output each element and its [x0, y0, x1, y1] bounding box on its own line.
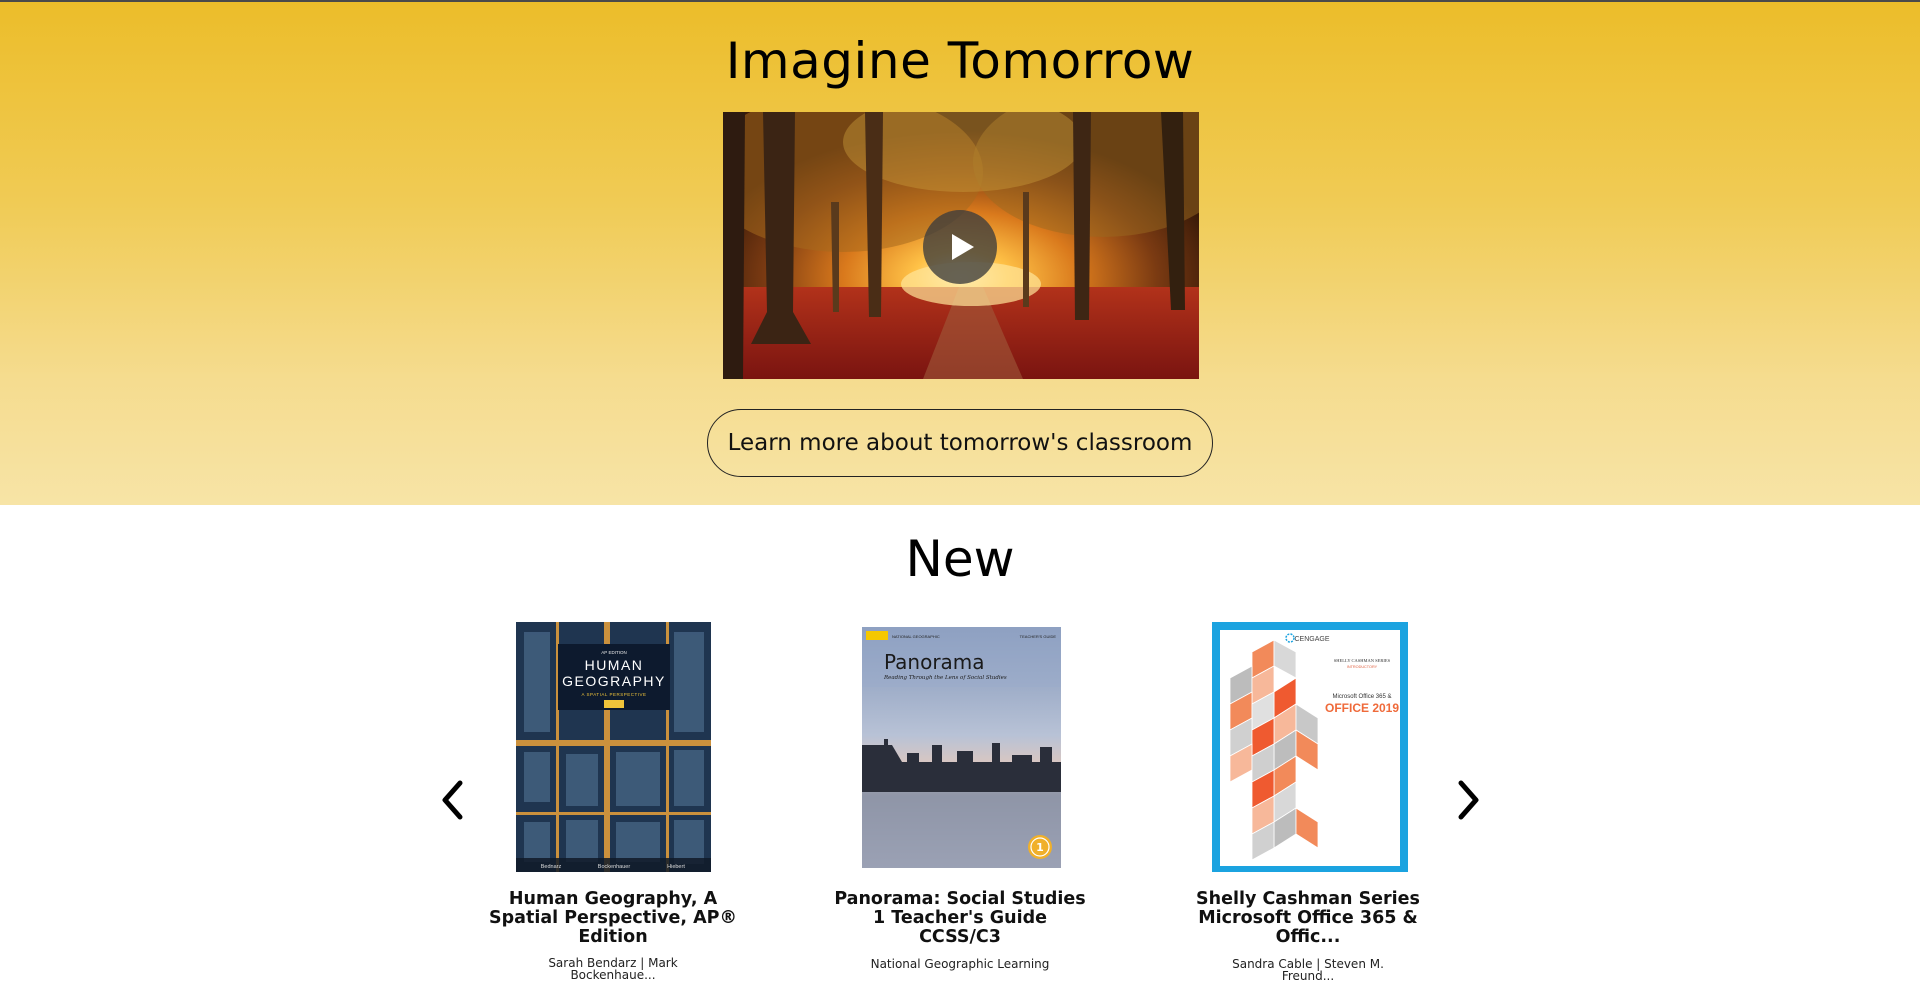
book-title[interactable]: Shelly Cashman Series Microsoft Office 3…: [1178, 890, 1438, 947]
hero-banner: Imagine Tomorrow Learn more about tomorr…: [0, 2, 1920, 505]
book-title[interactable]: Human Geography, A Spatial Perspective, …: [483, 890, 743, 947]
book-title[interactable]: Panorama: Social Studies 1 Teacher's Gui…: [830, 890, 1090, 947]
book-authors: Sarah Bendarz | Mark Bockenhaue...: [548, 956, 678, 982]
carousel-prev-button[interactable]: [434, 775, 474, 825]
chevron-left-icon: [442, 780, 463, 820]
book-cover[interactable]: CENGAGE SHELLY CASHMAN SERIES INTRODUCTO…: [1212, 622, 1408, 872]
cover-text: 1: [1036, 841, 1044, 854]
cover-text: AP EDITION: [601, 650, 626, 655]
cover-text: CENGAGE: [1294, 636, 1329, 643]
play-button[interactable]: [923, 210, 997, 284]
new-section-title: New: [905, 530, 1015, 588]
cover-text: NATIONAL GEOGRAPHIC: [892, 634, 940, 639]
cover-text: A SPATIAL PERSPECTIVE: [582, 692, 647, 697]
video-player[interactable]: [723, 112, 1199, 379]
book-authors: Sandra Cable | Steven M. Freund...: [1232, 957, 1384, 983]
cover-text: INTRODUCTORY: [1347, 665, 1378, 669]
book-authors: National Geographic Learning: [870, 957, 1050, 971]
play-icon: [952, 234, 974, 260]
cover-text: GEOGRAPHY: [562, 673, 666, 689]
learn-more-button[interactable]: Learn more about tomorrow's classroom: [707, 409, 1213, 477]
cover-text: TEACHER'S GUIDE: [1020, 634, 1057, 639]
cover-text: Bednarz: [541, 864, 562, 870]
book-cover[interactable]: NATIONAL GEOGRAPHIC TEACHER'S GUIDE Pano…: [862, 627, 1061, 868]
cover-text: Hiebert: [667, 864, 685, 870]
cover-text: OFFICE 2019: [1325, 701, 1399, 715]
cover-text: Microsoft Office 365 &: [1333, 694, 1392, 700]
chevron-right-icon: [1458, 780, 1479, 820]
cover-text: Bockenhauer: [598, 864, 631, 870]
carousel-next-button[interactable]: [1447, 775, 1487, 825]
hero-title: Imagine Tomorrow: [725, 32, 1195, 90]
book-cover[interactable]: AP EDITION HUMAN GEOGRAPHY A SPATIAL PER…: [516, 622, 711, 872]
cover-text: Panorama: [884, 650, 985, 674]
cover-text: Reading Through the Lens of Social Studi…: [883, 675, 1007, 681]
cover-text: SHELLY CASHMAN SERIES: [1334, 658, 1391, 663]
cover-text: HUMAN: [585, 657, 644, 673]
